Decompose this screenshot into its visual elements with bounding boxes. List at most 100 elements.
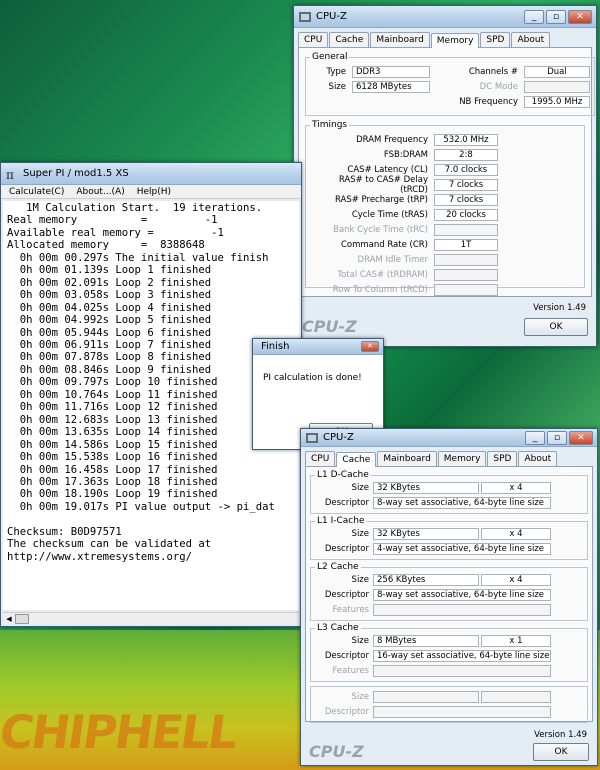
timing-row: DRAM Frequency 532.0 MHz <box>310 133 580 147</box>
timing-row: DRAM Idle Timer <box>310 253 580 267</box>
minimize-button[interactable]: _ <box>525 430 545 445</box>
timings-group: Timings DRAM Frequency 532.0 MHz FSB:DRAM 2… <box>305 120 585 296</box>
close-button[interactable]: ✕ <box>569 430 593 445</box>
tab-about[interactable]: About <box>518 451 558 466</box>
tab-memory[interactable]: Memory <box>430 33 480 48</box>
general-group: General Type DDR3 Channels # Dual Size 6… <box>305 52 595 116</box>
dcmode-label: DC Mode <box>479 82 518 92</box>
l3-features-value <box>373 665 551 677</box>
timing-label: Command Rate (CR) <box>340 240 428 250</box>
tab-mainboard[interactable]: Mainboard <box>370 32 430 47</box>
empty-descriptor-value <box>373 706 551 718</box>
timing-value: 7.0 clocks <box>434 164 498 176</box>
timing-label: Cycle Time (tRAS) <box>351 210 428 220</box>
ok-button[interactable]: OK <box>524 317 588 336</box>
tab-cpu[interactable]: CPU <box>305 451 336 466</box>
menu-help[interactable]: Help(H) <box>137 187 171 197</box>
l2-legend: L2 Cache <box>317 562 359 572</box>
svg-text:π: π <box>6 168 14 180</box>
titlebar[interactable]: CPU-Z _ ▫ ✕ <box>301 429 597 447</box>
close-button[interactable]: ✕ <box>568 9 592 24</box>
l1d-size-value: 32 KBytes <box>373 482 479 494</box>
console-line: 0h 00m 01.139s Loop 1 finished <box>7 264 212 277</box>
type-value: DDR3 <box>352 66 430 78</box>
timing-row: FSB:DRAM 2:8 <box>310 148 580 162</box>
cpuz-cache-window: CPU-Z _ ▫ ✕ CPU Cache Mainboard Memory S… <box>300 428 598 766</box>
menu-about[interactable]: About...(A) <box>76 187 124 197</box>
timing-row: Bank Cycle Time (tRC) <box>310 223 580 237</box>
timing-value: 1T <box>434 239 498 251</box>
maximize-button[interactable]: ▫ <box>547 430 567 445</box>
cpuz-logo: CPU-Z <box>309 742 364 761</box>
console-line: Checksum: B0D97571 <box>7 525 122 538</box>
l1d-cache-group: L1 D-Cache Size 32 KBytes x 4 Descriptor 8-… <box>310 470 588 514</box>
version-label: Version 1.49 <box>533 303 586 313</box>
timing-value <box>434 254 498 266</box>
titlebar[interactable]: CPU-Z _ ▫ ✕ <box>294 6 596 28</box>
console-line: 1M Calculation Start. 19 iterations. <box>7 202 263 214</box>
tab-cache[interactable]: Cache <box>336 452 377 467</box>
tab-about[interactable]: About <box>511 32 551 47</box>
console-line: Allocated memory = 8388648 <box>7 239 205 252</box>
timing-label: RAS# Precharge (tRP) <box>334 195 428 205</box>
l1i-count: x 4 <box>481 528 551 540</box>
console-line: 0h 00m 15.538s Loop 16 finished <box>7 451 218 464</box>
timing-label: Total CAS# (tRDRAM) <box>337 270 428 280</box>
tab-spd[interactable]: SPD <box>480 32 511 47</box>
l3-features-label: Features <box>332 666 369 676</box>
cpuz-app-icon <box>306 432 318 443</box>
horizontal-scrollbar[interactable]: ◀ <box>3 612 299 624</box>
l3-legend: L3 Cache <box>317 623 359 633</box>
desktop-logo: CHIPHELL <box>0 705 240 759</box>
cpuz-logo: CPU-Z <box>302 317 357 336</box>
window-title: CPU-Z <box>316 11 347 22</box>
tab-mainboard[interactable]: Mainboard <box>377 451 437 466</box>
console-line: 0h 00m 02.091s Loop 2 finished <box>7 276 212 289</box>
timing-value <box>434 284 498 296</box>
close-button[interactable]: ✕ <box>361 341 379 352</box>
tab-memory[interactable]: Memory <box>437 451 487 466</box>
tab-spd[interactable]: SPD <box>487 451 518 466</box>
ok-button[interactable]: OK <box>533 742 589 761</box>
titlebar[interactable]: Finish ✕ <box>253 339 383 355</box>
l1i-size-label: Size <box>351 529 369 539</box>
minimize-button[interactable]: _ <box>524 9 544 24</box>
scroll-thumb[interactable] <box>15 614 29 624</box>
dcmode-value <box>524 81 590 93</box>
l2-descriptor-value: 8-way set associative, 64-byte line size <box>373 589 551 601</box>
titlebar[interactable]: π Super PI / mod1.5 XS <box>1 163 301 185</box>
tab-cpu[interactable]: CPU <box>298 32 329 47</box>
window-title: Super PI / mod1.5 XS <box>23 168 129 179</box>
empty-size-label: Size <box>351 692 369 702</box>
size-label: Size <box>328 82 346 92</box>
empty-cache-group: Size Descriptor <box>310 686 588 723</box>
maximize-button[interactable]: ▫ <box>546 9 566 24</box>
console-line: 0h 00m 19.017s PI value output -> pi_dat <box>7 500 275 513</box>
tab-strip: CPU Cache Mainboard Memory SPD About <box>301 447 597 467</box>
pi-app-icon: π <box>6 168 14 180</box>
timing-value: 7 clocks <box>434 194 498 206</box>
l1d-descriptor-value: 8-way set associative, 64-byte line size <box>373 497 551 509</box>
l1i-cache-group: L1 I-Cache Size 32 KBytes x 4 Descriptor 4-… <box>310 516 588 560</box>
cpuz-app-icon <box>299 11 311 22</box>
console-line: Available real memory = -1 <box>7 226 224 239</box>
l1i-descriptor-label: Descriptor <box>324 544 369 554</box>
console-line: The checksum can be validated at <box>7 538 212 551</box>
timing-label: DRAM Idle Timer <box>357 255 428 265</box>
timing-value: 7 clocks <box>434 179 498 191</box>
l1d-size-label: Size <box>351 483 369 493</box>
menu-calculate[interactable]: Calculate(C) <box>9 187 64 197</box>
channels-label: Channels # <box>468 67 518 77</box>
empty-count <box>481 691 551 703</box>
timing-value <box>434 224 498 236</box>
dialog-title: Finish <box>261 341 290 352</box>
version-label: Version 1.49 <box>534 730 587 740</box>
console-line: 0h 00m 04.025s Loop 4 finished <box>7 301 212 314</box>
tab-cache[interactable]: Cache <box>329 32 370 47</box>
timing-label: Row To Column (tRCD) <box>332 285 428 295</box>
general-legend: General <box>312 52 348 62</box>
scroll-left-arrow-icon[interactable]: ◀ <box>4 614 14 624</box>
l3-count: x 1 <box>481 635 551 647</box>
cache-panel: L1 D-Cache Size 32 KBytes x 4 Descriptor 8-… <box>305 466 593 723</box>
console-line: 0h 00m 00.297s The initial value finish <box>7 251 269 264</box>
